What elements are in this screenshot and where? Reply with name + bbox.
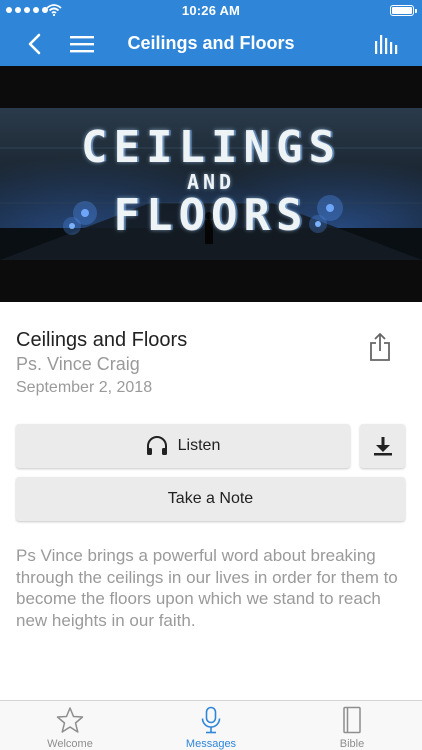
tab-bar: Welcome Messages Bible [0, 700, 422, 750]
audio-bars-icon[interactable] [374, 33, 400, 55]
microphone-icon [201, 706, 221, 734]
take-a-note-button[interactable]: Take a Note [16, 477, 405, 521]
take-a-note-label: Take a Note [167, 490, 254, 507]
message-description: Ps Vince brings a powerful word about br… [16, 546, 398, 630]
status-time: 10:26 AM [181, 3, 241, 18]
artwork-title-line-3: FLOORS [113, 190, 309, 241]
share-icon[interactable] [367, 332, 393, 362]
tab-welcome[interactable]: Welcome [0, 701, 140, 750]
book-icon [343, 706, 361, 734]
sermon-artwork: CEILINGS AND FLOORS [0, 66, 422, 302]
star-icon [56, 707, 84, 733]
page-title: Ceilings and Floors [127, 33, 295, 53]
artwork-title-line-1: CEILINGS [81, 122, 341, 173]
listen-label: Listen [177, 437, 221, 454]
navigation-bar: Ceilings and Floors [0, 22, 422, 66]
message-date: September 2, 2018 [16, 379, 153, 396]
chevron-left-icon[interactable] [24, 30, 48, 58]
tab-bible-label: Bible [339, 738, 365, 750]
status-bar: 10:26 AM [0, 0, 422, 22]
tab-messages-label: Messages [185, 738, 237, 750]
message-title: Ceilings and Floors [16, 329, 188, 351]
battery-icon [390, 5, 417, 16]
tab-bible[interactable]: Bible [282, 701, 422, 750]
listen-button[interactable]: Listen [16, 424, 350, 468]
tab-welcome-label: Welcome [47, 738, 93, 750]
download-button[interactable] [360, 424, 405, 468]
tab-messages[interactable]: Messages [141, 701, 281, 750]
download-icon [374, 437, 392, 456]
hamburger-icon[interactable] [70, 34, 94, 54]
message-speaker: Ps. Vince Craig [16, 354, 140, 374]
headphones-icon [146, 436, 167, 455]
